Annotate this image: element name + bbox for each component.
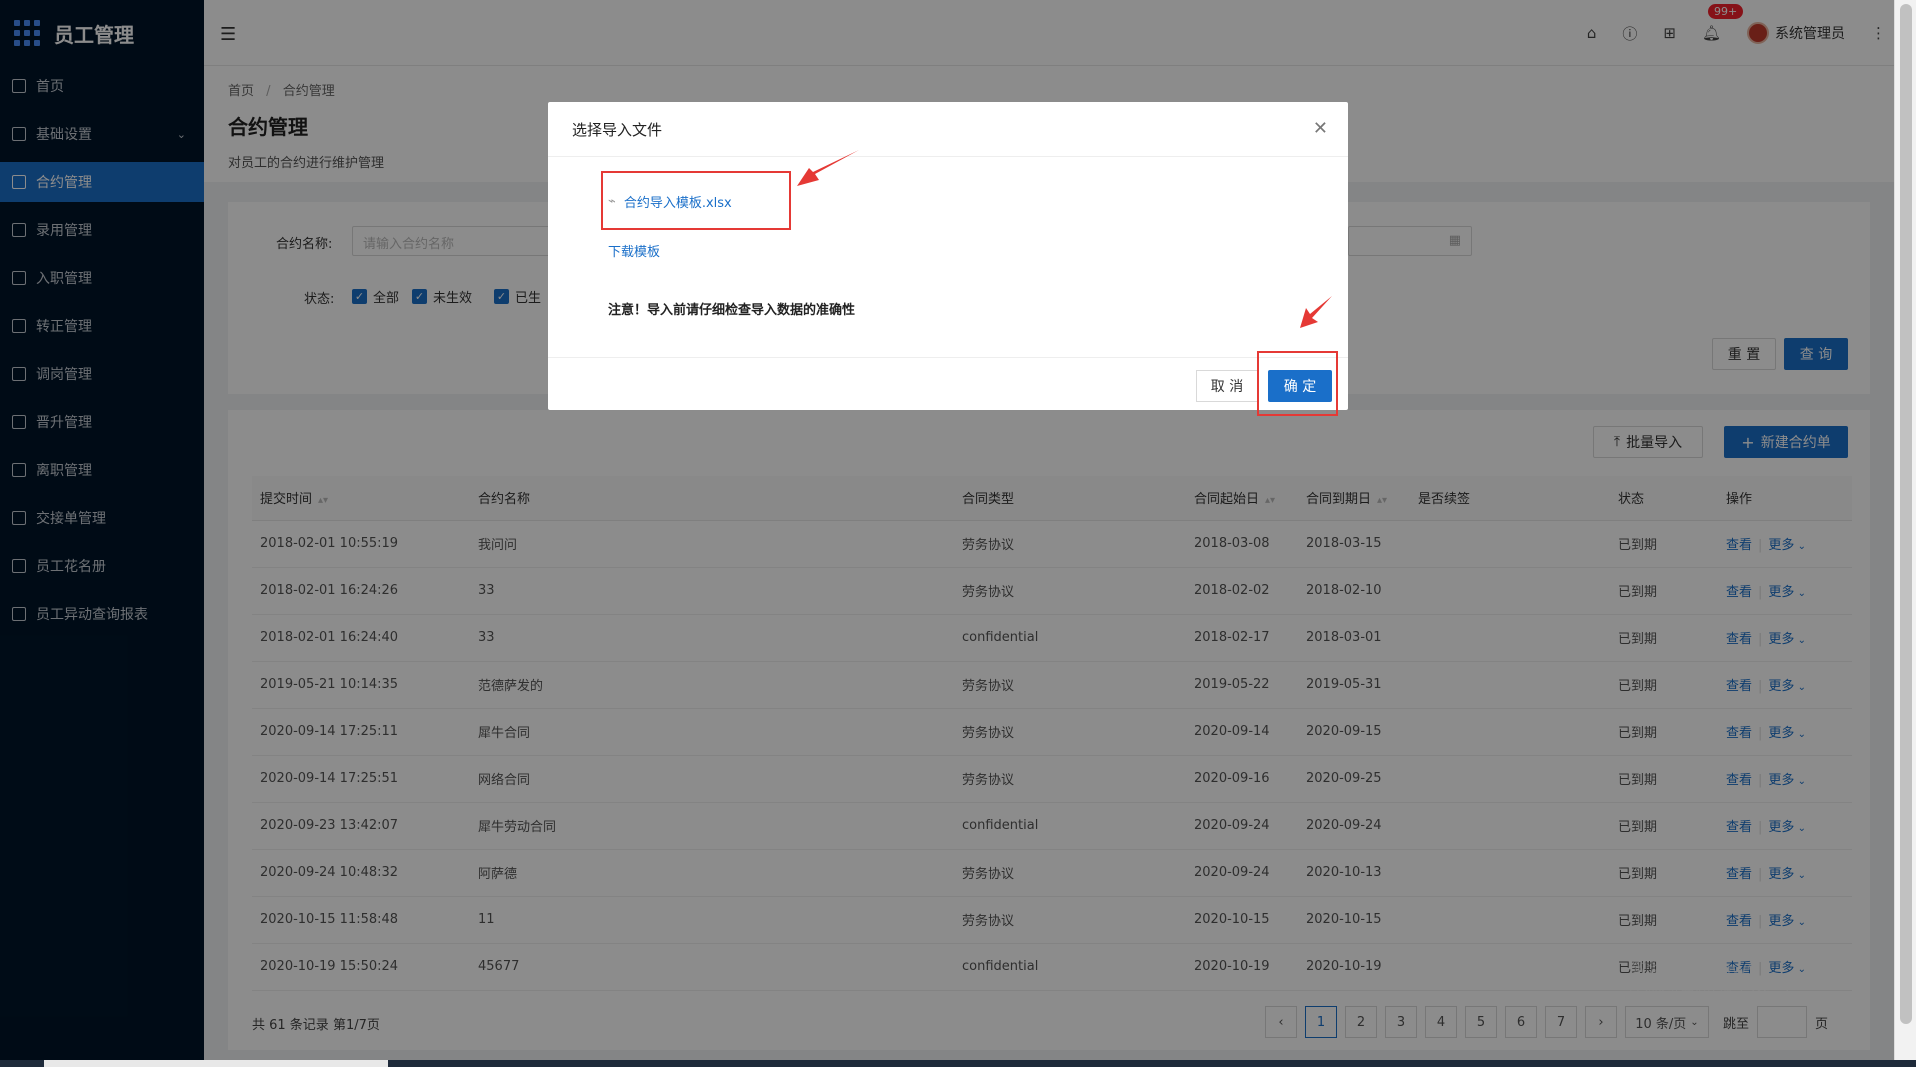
annotation-box-file xyxy=(601,171,791,230)
modal-footer: 取 消 确 定 xyxy=(548,357,1348,410)
os-taskbar xyxy=(0,1060,1916,1067)
annotation-box-confirm xyxy=(1257,351,1338,416)
annotation-arrow-icon xyxy=(797,150,859,186)
import-notice: 注意！导入前请仔细检查导入数据的准确性 xyxy=(608,303,856,318)
modal-title: 选择导入文件 xyxy=(548,102,1348,157)
cancel-button[interactable]: 取 消 xyxy=(1196,370,1258,402)
annotation-arrow-icon xyxy=(1300,296,1332,328)
download-template-link[interactable]: 下载模板 xyxy=(608,241,660,260)
scrollbar-thumb[interactable] xyxy=(1900,4,1912,1024)
import-file-modal: 选择导入文件 ✕ ⌁ 合约导入模板.xlsx 下载模板 注意！导入前请仔细检查导… xyxy=(548,102,1348,410)
vertical-scrollbar[interactable] xyxy=(1894,0,1916,1060)
close-icon[interactable]: ✕ xyxy=(1313,118,1328,139)
